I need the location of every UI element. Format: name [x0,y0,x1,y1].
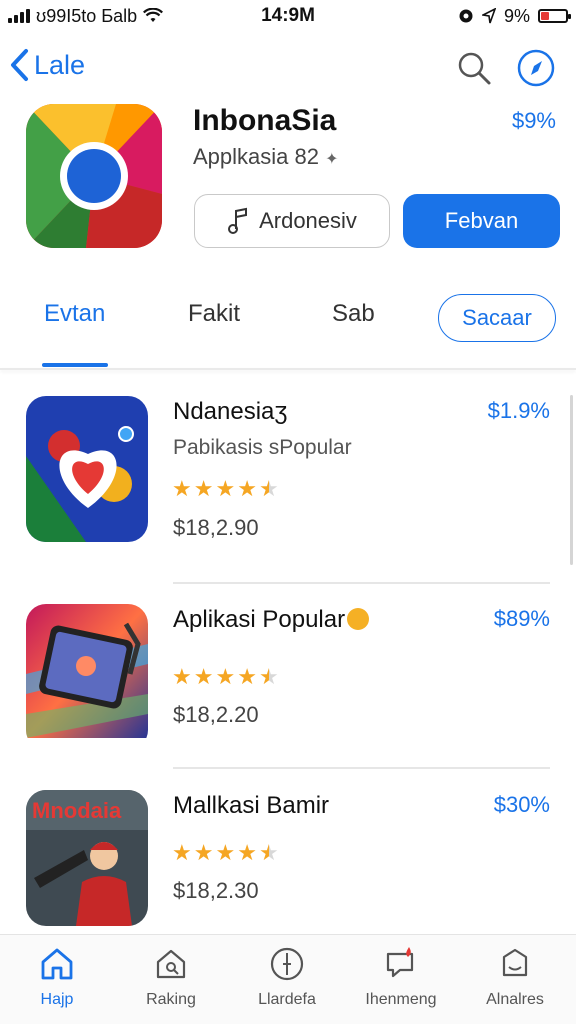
star-icon: ★ [172,476,192,501]
scroll-indicator[interactable] [570,395,573,565]
bottom-tab-label: Ihenmeng [365,991,437,1008]
lock-rotation-icon [459,9,473,23]
app-icon[interactable] [26,104,162,248]
list-divider [173,582,550,584]
star-icon: ★ [258,664,279,689]
app-title: InbonaSia [193,104,337,137]
tab-2[interactable]: Sab [332,300,375,328]
list-item-title: Mallkasi Bamir [173,792,330,819]
star-icon: ★ [193,476,214,501]
compass-circle-icon [270,947,304,981]
carrier-label: ʊ99I5to Ƃalb [36,5,138,26]
home-icon [41,948,73,980]
chevron-left-icon [11,49,28,81]
star-icon: ★ [237,840,257,865]
list-divider [173,767,550,769]
list-item-subtitle: Pabikasis sPopular [173,436,352,459]
star-icon: ★ [172,664,192,689]
section-divider [0,368,576,370]
list-item-price: $1.9% [487,398,550,423]
location-icon [481,8,496,24]
bottom-tab-bar: Hajp Raking Llardefa Ihenmeng Alnalres [0,934,576,1024]
list-item-price: $30% [493,792,550,817]
app-subtitle-text: Applkasia 82 [193,144,319,169]
list-item[interactable]: Mnodaia Mallkasi Bamir $30% ★ ★ ★ ★ ★ $18,2.… [0,790,576,950]
list-item-price: $89% [493,606,550,631]
tab-pill-button[interactable]: Sacaar [438,294,556,342]
app-header: InbonaSia Applkasia 82 ✦ $9% Ardonesiv F… [0,104,576,264]
tab-0[interactable]: Evtan [44,300,105,328]
star-icon: ★ [237,476,257,501]
star-icon: ★ [193,840,214,865]
list-item-icon [26,604,148,750]
list-item-title-text: Aplikasi Popular [173,606,346,633]
icon-brand-text: Mnodaia [32,798,122,823]
list-item-icon: Mnodaia [26,790,148,926]
secondary-action-label: Ardonesiv [259,208,357,233]
wifi-icon [143,8,164,22]
star-icon: ★ [215,664,236,689]
chat-bubble-icon [386,947,414,978]
star-icon: ★ [258,840,279,865]
bottom-tab-label: Raking [146,991,196,1008]
battery-icon [538,9,571,23]
bottom-tab-label: Llardefa [258,991,316,1008]
bottom-tab-notifications[interactable]: Ihenmeng [346,945,456,1009]
search-icon[interactable] [454,48,494,88]
active-tab-indicator [42,363,108,367]
status-bar: ʊ99I5to Ƃalb 14:9M 9% [0,0,576,32]
music-note-icon [228,207,248,234]
bottom-tab-updates[interactable]: Llardefa [232,945,342,1009]
battery-percent: 9% [503,5,530,26]
nav-bar: Lale [0,40,576,96]
emoji-icon: ✦ [325,151,339,168]
signal-icon [8,9,30,23]
bottom-tab-profile[interactable]: Alnalres [460,945,570,1009]
star-icon: ★ [215,840,236,865]
ranking-house-icon [156,949,186,979]
star-rating: ★ ★ ★ ★ ★ [172,664,279,690]
list-item[interactable]: Ndanesiaʒ Pabikasis sPopular $1.9% ★ ★ ★ ★ ★… [0,396,576,556]
app-subtitle: Applkasia 82 ✦ [193,144,339,170]
compass-icon[interactable] [516,48,556,88]
back-button[interactable]: Lale [8,48,85,82]
bottom-tab-label: Hajp [40,991,74,1008]
list-item[interactable]: Aplikasi Popular $89% ★ ★ ★ ★ ★ $18,2.20 [0,604,576,764]
back-label: Lale [34,49,86,80]
star-rating: ★ ★ ★ ★ ★ [172,840,279,866]
app-price: $9% [511,108,556,133]
list-item-amount: $18,2.20 [173,702,259,727]
list-item-amount: $18,2.30 [173,878,259,903]
bottom-tab-label: Alnalres [486,991,544,1008]
star-rating: ★ ★ ★ ★ ★ [172,476,279,502]
primary-action-button[interactable]: Febvan [403,194,560,248]
tab-1[interactable]: Fakit [188,300,240,328]
list-item-amount: $18,2.90 [173,515,259,540]
star-icon: ★ [215,476,236,501]
secondary-action-button[interactable]: Ardonesiv [194,194,390,248]
list-item-title: Ndanesiaʒ [173,398,288,425]
star-icon: ★ [258,476,279,501]
list-item-icon [26,396,148,542]
profile-icon [502,948,528,977]
bottom-tab-home[interactable]: Hajp [2,945,112,1009]
emoji-face-icon [347,608,370,630]
list-item-title: Aplikasi Popular [173,606,370,634]
star-icon: ★ [172,840,192,865]
segment-tabs: Evtan Fakit Sab Sacaar [0,290,576,372]
star-icon: ★ [237,664,257,689]
star-icon: ★ [193,664,214,689]
bottom-tab-ranking[interactable]: Raking [116,945,226,1009]
